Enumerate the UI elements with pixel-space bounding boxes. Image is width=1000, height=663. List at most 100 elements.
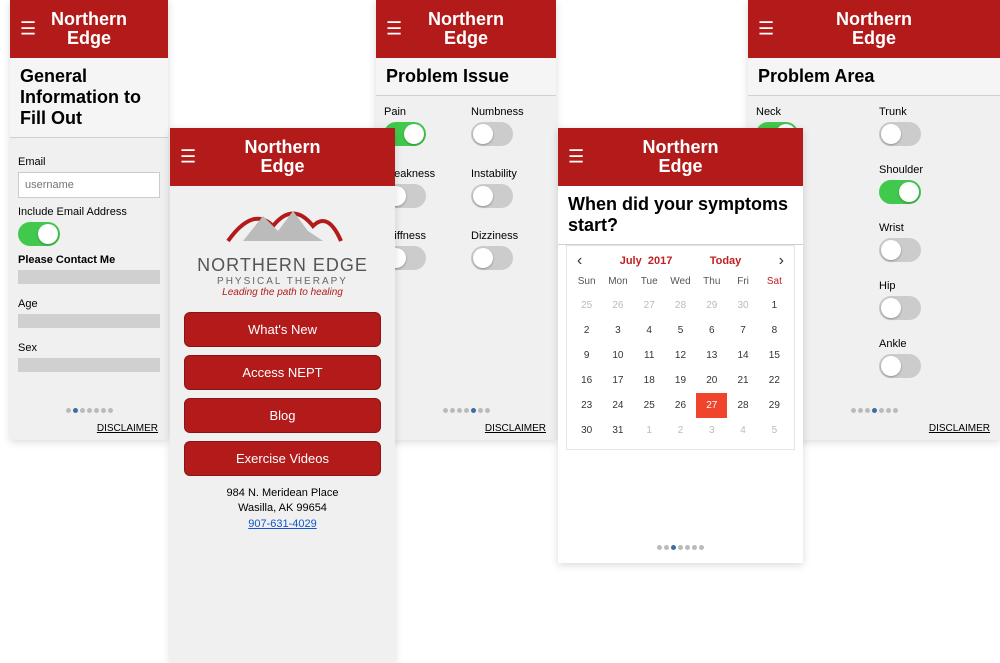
- dizziness-label: Dizziness: [471, 230, 548, 242]
- app-header: ☰ NorthernEdge: [10, 0, 168, 58]
- calendar-day[interactable]: 4: [634, 318, 665, 343]
- include-email-label: Include Email Address: [18, 206, 160, 218]
- calendar-day[interactable]: 3: [696, 418, 727, 443]
- dizziness-toggle[interactable]: [471, 246, 513, 270]
- calendar-day[interactable]: 18: [634, 368, 665, 393]
- chevron-right-icon[interactable]: ›: [779, 252, 784, 270]
- wrist-toggle[interactable]: [879, 238, 921, 262]
- trunk-toggle[interactable]: [879, 122, 921, 146]
- calendar-day[interactable]: 3: [602, 318, 633, 343]
- calendar-day[interactable]: 6: [696, 318, 727, 343]
- numbness-label: Numbness: [471, 106, 548, 118]
- calendar-day[interactable]: 20: [696, 368, 727, 393]
- sex-input[interactable]: [18, 358, 160, 372]
- calendar-day[interactable]: 30: [727, 293, 758, 318]
- neck-label: Neck: [756, 106, 869, 118]
- calendar-day[interactable]: 24: [602, 393, 633, 418]
- calendar-day-selected[interactable]: 27: [696, 393, 727, 418]
- calendar-day[interactable]: 25: [571, 293, 602, 318]
- today-button[interactable]: Today: [710, 255, 742, 267]
- trunk-label: Trunk: [879, 106, 992, 118]
- app-header: ☰ NorthernEdge: [170, 128, 395, 186]
- calendar-day[interactable]: 13: [696, 343, 727, 368]
- calendar-day[interactable]: 29: [696, 293, 727, 318]
- calendar-day[interactable]: 1: [634, 418, 665, 443]
- calendar-day[interactable]: 15: [759, 343, 790, 368]
- whats-new-button[interactable]: What's New: [184, 312, 381, 347]
- calendar-day[interactable]: 21: [727, 368, 758, 393]
- ankle-label: Ankle: [879, 338, 992, 350]
- calendar-day[interactable]: 12: [665, 343, 696, 368]
- hip-label: Hip: [879, 280, 992, 292]
- calendar-day[interactable]: 5: [759, 418, 790, 443]
- page-title: General Information to Fill Out: [10, 58, 168, 138]
- chevron-left-icon[interactable]: ‹: [577, 252, 582, 270]
- calendar-day[interactable]: 16: [571, 368, 602, 393]
- menu-icon[interactable]: ☰: [180, 146, 196, 167]
- access-nept-button[interactable]: Access NEPT: [184, 355, 381, 390]
- page-title: Problem Area: [748, 58, 1000, 96]
- calendar-day[interactable]: 25: [634, 393, 665, 418]
- screen-home: ☰ NorthernEdge NORTHERN EDGE PHYSICAL TH…: [170, 128, 395, 663]
- calendar-day[interactable]: 1: [759, 293, 790, 318]
- phone-link[interactable]: 907-631-4029: [248, 518, 317, 530]
- instability-toggle[interactable]: [471, 184, 513, 208]
- hip-toggle[interactable]: [879, 296, 921, 320]
- email-field[interactable]: [18, 172, 160, 198]
- calendar-day[interactable]: 28: [665, 293, 696, 318]
- calendar-day[interactable]: 2: [665, 418, 696, 443]
- calendar-day[interactable]: 23: [571, 393, 602, 418]
- calendar-day[interactable]: 27: [634, 293, 665, 318]
- calendar: ‹ July 2017 Today › SunMonTueWedThuFriSa…: [566, 245, 795, 450]
- stiffness-label: Stiffness: [384, 230, 461, 242]
- calendar-day[interactable]: 9: [571, 343, 602, 368]
- calendar-day[interactable]: 29: [759, 393, 790, 418]
- screen-symptom-start: ☰ NorthernEdge When did your symptoms st…: [558, 128, 803, 563]
- calendar-day[interactable]: 17: [602, 368, 633, 393]
- ankle-toggle[interactable]: [879, 354, 921, 378]
- logo-sub: PHYSICAL THERAPY: [180, 276, 385, 287]
- page-title: When did your symptoms start?: [558, 186, 803, 245]
- contact-label: Please Contact Me: [18, 254, 160, 266]
- menu-icon[interactable]: ☰: [568, 146, 584, 167]
- page-dots: [10, 400, 168, 418]
- age-input[interactable]: [18, 314, 160, 328]
- screen-problem-issue: ☰ NorthernEdge Problem Issue Pain Numbne…: [376, 0, 556, 440]
- numbness-toggle[interactable]: [471, 122, 513, 146]
- logo-tagline: Leading the path to healing: [180, 287, 385, 298]
- app-header: ☰ NorthernEdge: [376, 0, 556, 58]
- menu-icon[interactable]: ☰: [20, 18, 36, 39]
- blog-button[interactable]: Blog: [184, 398, 381, 433]
- screen-general-info: ☰ NorthernEdge General Information to Fi…: [10, 0, 168, 440]
- app-title-l2: Edge: [67, 28, 111, 48]
- calendar-day[interactable]: 22: [759, 368, 790, 393]
- calendar-day[interactable]: 26: [665, 393, 696, 418]
- contact-input[interactable]: [18, 270, 160, 284]
- calendar-day[interactable]: 4: [727, 418, 758, 443]
- calendar-day[interactable]: 30: [571, 418, 602, 443]
- calendar-day[interactable]: 10: [602, 343, 633, 368]
- calendar-day[interactable]: 7: [727, 318, 758, 343]
- calendar-day[interactable]: 5: [665, 318, 696, 343]
- page-title: Problem Issue: [376, 58, 556, 96]
- calendar-day[interactable]: 26: [602, 293, 633, 318]
- calendar-day[interactable]: 19: [665, 368, 696, 393]
- calendar-day[interactable]: 14: [727, 343, 758, 368]
- calendar-day[interactable]: 2: [571, 318, 602, 343]
- calendar-grid: SunMonTueWedThuFriSat 2526272829301 2345…: [571, 270, 790, 443]
- disclaimer-link[interactable]: DISCLAIMER: [929, 423, 990, 434]
- calendar-day[interactable]: 28: [727, 393, 758, 418]
- weakness-label: Weakness: [384, 168, 461, 180]
- menu-icon[interactable]: ☰: [758, 18, 774, 39]
- calendar-day[interactable]: 11: [634, 343, 665, 368]
- cal-month: July: [620, 255, 642, 267]
- calendar-day[interactable]: 31: [602, 418, 633, 443]
- disclaimer-link[interactable]: DISCLAIMER: [485, 423, 546, 434]
- calendar-day[interactable]: 8: [759, 318, 790, 343]
- app-title-l1: Northern: [51, 9, 127, 29]
- shoulder-toggle[interactable]: [879, 180, 921, 204]
- include-email-toggle[interactable]: [18, 222, 60, 246]
- exercise-videos-button[interactable]: Exercise Videos: [184, 441, 381, 476]
- disclaimer-link[interactable]: DISCLAIMER: [97, 423, 158, 434]
- menu-icon[interactable]: ☰: [386, 18, 402, 39]
